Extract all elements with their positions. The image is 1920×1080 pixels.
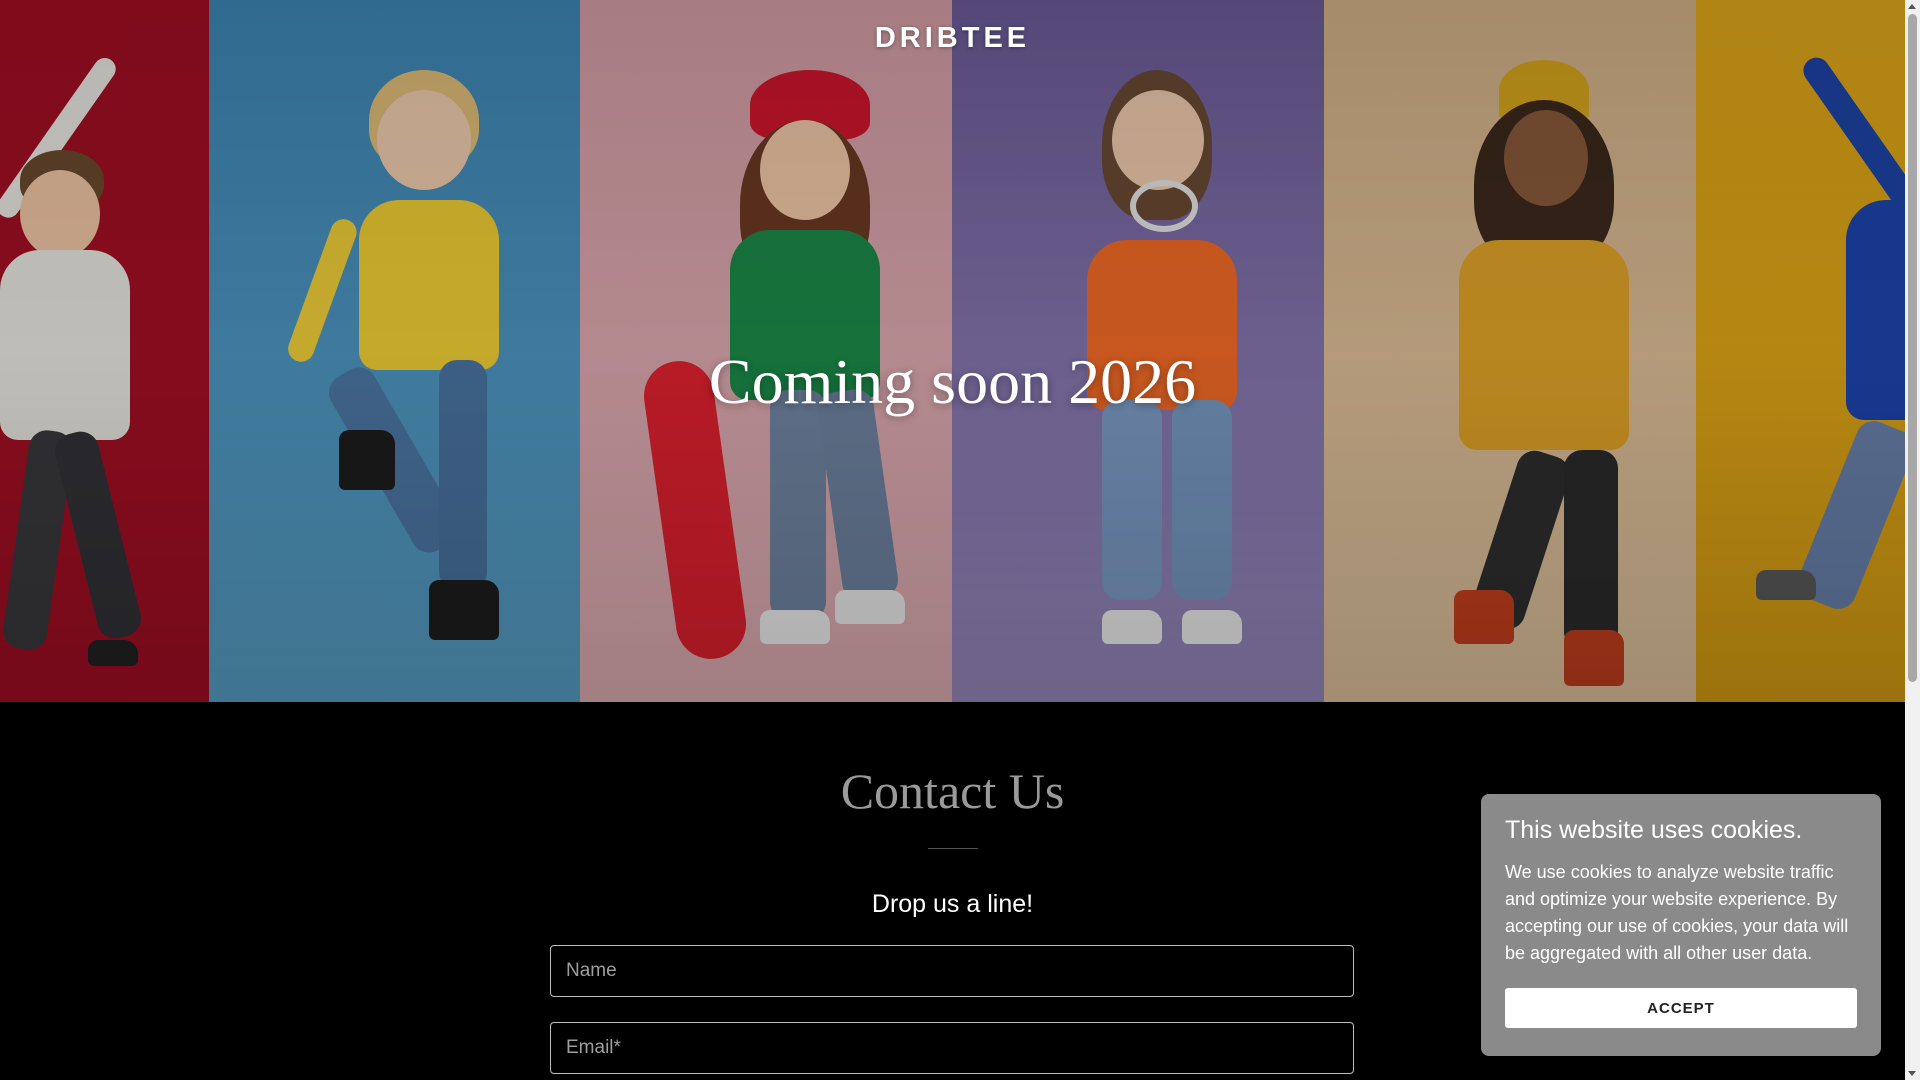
scroll-down-arrow-icon[interactable] bbox=[1908, 1071, 1916, 1076]
scroll-up-arrow-icon[interactable] bbox=[1908, 4, 1916, 9]
cookie-banner: This website uses cookies. We use cookie… bbox=[1481, 794, 1881, 1056]
cookie-title: This website uses cookies. bbox=[1505, 816, 1803, 844]
name-input[interactable] bbox=[550, 945, 1354, 997]
accept-cookies-button[interactable]: ACCEPT bbox=[1505, 988, 1857, 1028]
hero-title: Coming soon 2026 bbox=[708, 346, 1197, 417]
hero-banner: DRIBTEE Coming soon 2026 bbox=[0, 0, 1905, 702]
section-divider bbox=[928, 848, 978, 849]
page: DRIBTEE Coming soon 2026 Contact Us Drop… bbox=[0, 0, 1920, 1080]
cookie-text: We use cookies to analyze website traffi… bbox=[1505, 862, 1849, 963]
site-brand-logo[interactable]: DRIBTEE bbox=[0, 22, 1905, 55]
scroll-thumb[interactable] bbox=[1908, 14, 1917, 682]
page-scrollbar[interactable] bbox=[1905, 0, 1920, 1080]
email-input[interactable] bbox=[550, 1022, 1354, 1074]
